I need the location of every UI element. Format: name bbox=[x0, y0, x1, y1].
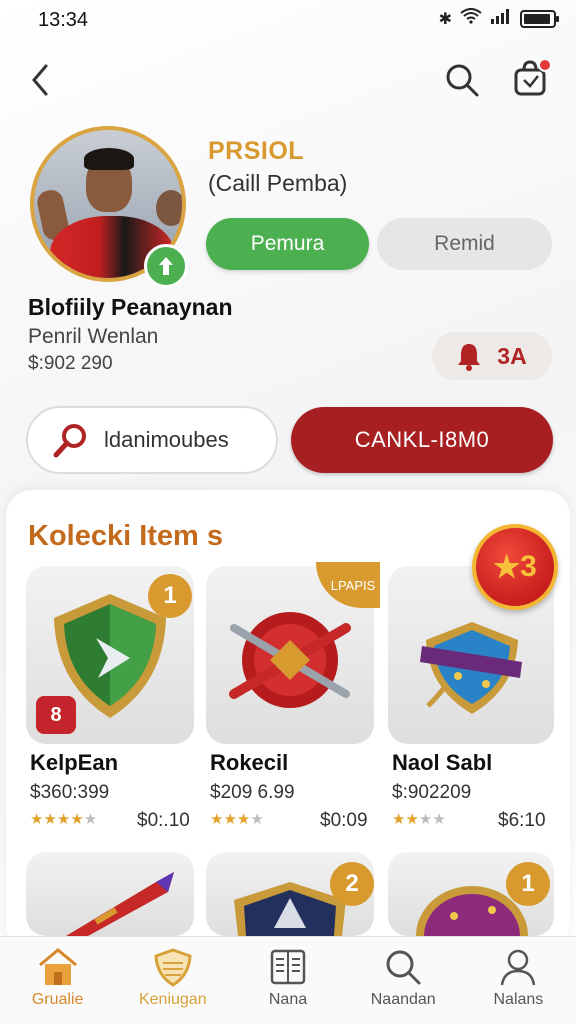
nav-label: Nalans bbox=[493, 991, 544, 1008]
upload-icon bbox=[159, 257, 173, 275]
wifi-icon bbox=[460, 8, 482, 29]
star-icon: ★ bbox=[30, 811, 44, 828]
notification-dot bbox=[538, 58, 552, 72]
notification-pill[interactable]: 3A bbox=[432, 332, 552, 380]
item-name: Naol Sabl bbox=[392, 750, 493, 775]
status-bar: 13:34 ✱ bbox=[0, 0, 576, 40]
add-avatar-button[interactable] bbox=[144, 244, 188, 288]
search-filter-label: ldanimoubes bbox=[104, 427, 229, 452]
star-icon: ★ bbox=[223, 811, 237, 828]
brand-subtitle: (Caill Pemba) bbox=[208, 170, 348, 196]
star-icon: ★ bbox=[236, 811, 251, 828]
brand-title: PRSIOL bbox=[208, 137, 305, 165]
secondary-button[interactable]: Remid bbox=[377, 218, 552, 270]
item-rating: ★★★★ bbox=[392, 810, 446, 828]
shield-icon bbox=[154, 948, 192, 987]
user-icon bbox=[501, 949, 536, 986]
user-balance: $:902 290 bbox=[28, 353, 113, 374]
nav-item-book[interactable]: Nana bbox=[230, 937, 345, 1024]
nav-label: Keniugan bbox=[138, 991, 207, 1008]
brand-logo-icon: 8 bbox=[36, 696, 76, 734]
status-time: 13:34 bbox=[38, 9, 89, 31]
header-search-button[interactable] bbox=[442, 60, 482, 100]
star-icon: ★ bbox=[493, 550, 521, 584]
item-card[interactable]: 1 bbox=[388, 852, 554, 936]
star-rank-badge: ★ 3 bbox=[472, 524, 558, 610]
notification-count: 3A bbox=[497, 342, 527, 369]
search-icon bbox=[53, 424, 86, 458]
rocket-icon bbox=[66, 872, 174, 936]
star-icon: ★ bbox=[70, 811, 84, 828]
section-title: Kolecki Item s bbox=[28, 520, 224, 552]
item-badge: 2 bbox=[330, 862, 374, 906]
star-icon: ★ bbox=[83, 811, 98, 828]
rank-number: 3 bbox=[520, 550, 537, 583]
nav-label: Grualie bbox=[31, 991, 84, 1008]
item-alt-price: $6:10 bbox=[498, 810, 546, 831]
item-card[interactable]: 2 bbox=[206, 852, 374, 936]
item-alt-price: $0:.10 bbox=[137, 810, 190, 831]
user-role: Penril Wenlan bbox=[28, 325, 159, 348]
search-filter-button[interactable]: ldanimoubes bbox=[26, 406, 278, 474]
shopping-bag-button[interactable] bbox=[510, 58, 552, 100]
battery-icon bbox=[520, 9, 559, 28]
nav-item-shield[interactable]: Keniugan bbox=[115, 937, 230, 1024]
item-price: $209 6.99 bbox=[210, 782, 295, 803]
star-icon: ★ bbox=[432, 811, 446, 828]
avatar-hair bbox=[84, 148, 134, 170]
home-icon bbox=[38, 948, 77, 985]
star-icon: ★ bbox=[56, 811, 71, 828]
search-icon bbox=[386, 950, 421, 985]
signal-icon bbox=[490, 8, 512, 29]
nav-label: Naandan bbox=[370, 991, 436, 1008]
bell-icon bbox=[458, 344, 481, 371]
status-icons: ✱ bbox=[438, 8, 559, 29]
nav-item-home[interactable]: Grualie bbox=[0, 937, 115, 1024]
avatar-background-person bbox=[156, 190, 182, 226]
item-alt-price: $0:09 bbox=[320, 810, 368, 831]
search-icon bbox=[446, 64, 479, 97]
item-badge: 1 bbox=[506, 862, 550, 906]
item-price: $360:399 bbox=[30, 782, 110, 803]
cancel-button[interactable]: CANKL-I8M0 bbox=[291, 407, 553, 473]
user-name: Blofiily Peanaynan bbox=[28, 294, 233, 320]
chevron-left-icon bbox=[32, 64, 48, 96]
item-rating: ★★★★★ bbox=[30, 810, 97, 828]
item-price: $:902209 bbox=[392, 782, 472, 803]
item-rating: ★★★★ bbox=[210, 810, 264, 828]
nav-label: Nana bbox=[268, 991, 308, 1008]
nav-item-profile[interactable]: Nalans bbox=[461, 937, 576, 1024]
back-button[interactable] bbox=[26, 60, 56, 100]
item-badge: 1 bbox=[148, 574, 192, 618]
star-icon: ★ bbox=[210, 811, 224, 828]
star-icon: ★ bbox=[405, 811, 419, 828]
item-name: Rokecil bbox=[210, 750, 289, 775]
bluetooth-icon: ✱ bbox=[438, 10, 452, 28]
book-icon bbox=[270, 949, 306, 985]
star-icon: ★ bbox=[43, 811, 57, 828]
nav-item-search[interactable]: Naandan bbox=[346, 937, 461, 1024]
item-name: KelpEan bbox=[30, 750, 119, 775]
star-icon: ★ bbox=[392, 811, 406, 828]
star-icon: ★ bbox=[418, 811, 433, 828]
star-icon: ★ bbox=[250, 811, 264, 828]
primary-button[interactable]: Pemura bbox=[206, 218, 369, 270]
item-card[interactable] bbox=[26, 852, 194, 936]
bottom-nav: Grualie Keniugan Nana Naandan Nalans bbox=[0, 936, 576, 1024]
